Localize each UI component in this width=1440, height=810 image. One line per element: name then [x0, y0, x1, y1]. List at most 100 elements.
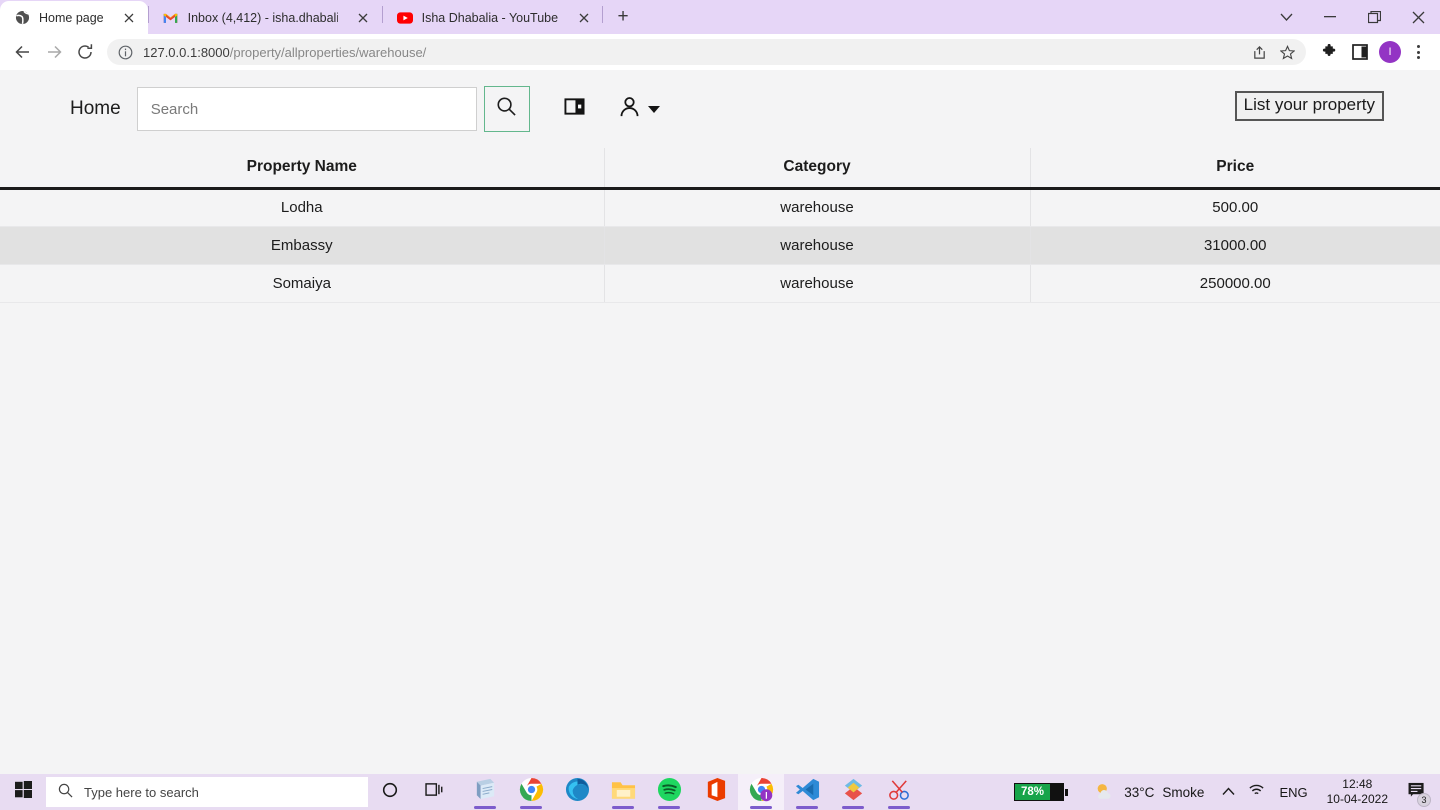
column-header-price: Price: [1029, 148, 1440, 190]
file-explorer-icon: [611, 779, 636, 806]
url-path: /property/allproperties/warehouse/: [229, 44, 427, 60]
cell-category: warehouse: [603, 226, 1031, 265]
weather-temperature: 33°C: [1124, 784, 1155, 800]
taskbar-app-file-explorer[interactable]: [600, 774, 646, 810]
tab-list: Home page Inbox (4,412) - isha.dhabalia@…: [0, 0, 638, 34]
taskbar-app-snipping-tool[interactable]: [876, 774, 922, 810]
weather-condition: Smoke: [1162, 784, 1205, 800]
tab-close-icon[interactable]: [575, 9, 592, 26]
windows-taskbar: Type here to search 78% 33°C Smoke ENG 1…: [0, 774, 1440, 810]
notification-count-badge: 3: [1417, 793, 1431, 807]
taskbar-app-chrome[interactable]: [508, 774, 554, 810]
properties-table-container: Property Name Category Price Lodha wareh…: [0, 148, 1440, 303]
cell-price: 31000.00: [1029, 226, 1440, 265]
office-icon: [704, 777, 727, 807]
taskbar-search-box[interactable]: Type here to search: [46, 777, 368, 807]
language-indicator[interactable]: ENG: [1270, 785, 1316, 800]
omnibox-actions: [1246, 39, 1300, 65]
cell-price: 250000.00: [1029, 264, 1440, 303]
profile-avatar[interactable]: I: [1379, 41, 1401, 63]
battery-percent: 78%: [1015, 784, 1050, 800]
properties-table: Property Name Category Price Lodha wareh…: [0, 148, 1440, 303]
taskbar-app-paint3d[interactable]: [830, 774, 876, 810]
search-input[interactable]: [136, 87, 477, 131]
taskbar-app-office[interactable]: [692, 774, 738, 810]
bookmark-star-icon[interactable]: [1274, 39, 1300, 65]
cell-category: warehouse: [603, 188, 1031, 227]
paint3d-icon: [841, 777, 866, 807]
taskbar-app-chrome-active[interactable]: [738, 774, 784, 810]
tab-search-chevron-icon[interactable]: [1264, 0, 1308, 34]
taskbar-app-vscode[interactable]: [784, 774, 830, 810]
cell-property-name: Embassy: [0, 226, 605, 265]
tab-close-icon[interactable]: [355, 9, 372, 26]
person-icon: [619, 96, 640, 123]
tab-close-icon[interactable]: [121, 9, 138, 26]
tab-divider: [602, 5, 604, 23]
page-viewport: Home Search List your property Property …: [0, 70, 1440, 810]
wallet-icon: [564, 96, 585, 122]
battery-body: 78%: [1014, 783, 1065, 801]
battery-cap-icon: [1065, 788, 1069, 796]
gmail-icon: [163, 10, 179, 26]
chrome-active-icon: [749, 777, 774, 807]
tab-title: Home page: [39, 10, 104, 25]
browser-toolbar: 127.0.0.1:8000/property/allproperties/wa…: [0, 34, 1440, 70]
search-button[interactable]: [483, 86, 530, 132]
column-header-property-name: Property Name: [0, 148, 605, 190]
edge-icon: [565, 777, 590, 807]
globe-icon: [14, 10, 30, 26]
wifi-icon: [1248, 783, 1265, 802]
reload-button-icon[interactable]: [70, 37, 100, 67]
table-row[interactable]: Lodha warehouse 500.00: [0, 188, 1440, 227]
new-tab-button[interactable]: +: [608, 3, 638, 31]
account-menu-button[interactable]: [619, 96, 660, 123]
network-button[interactable]: [1242, 774, 1270, 810]
close-icon[interactable]: [1396, 0, 1440, 34]
taskbar-app-spotify[interactable]: [646, 774, 692, 810]
browser-tab-strip: Home page Inbox (4,412) - isha.dhabalia@…: [0, 0, 1440, 34]
forward-button-icon[interactable]: [39, 37, 69, 67]
nav-home-link[interactable]: Home: [70, 98, 121, 120]
maximize-icon[interactable]: [1352, 0, 1396, 34]
show-hidden-icons-button[interactable]: [1214, 774, 1242, 810]
cell-property-name: Lodha: [0, 188, 605, 227]
clock[interactable]: 12:48 10-04-2022: [1317, 777, 1398, 807]
tab-title: Isha Dhabalia - YouTube: [421, 10, 559, 25]
site-info-icon[interactable]: [117, 44, 134, 61]
taskbar-app-notepad[interactable]: [462, 774, 508, 810]
start-button[interactable]: [0, 774, 46, 810]
address-bar[interactable]: 127.0.0.1:8000/property/allproperties/wa…: [107, 39, 1306, 65]
browser-tab-gmail[interactable]: Inbox (4,412) - isha.dhabalia@so: [149, 1, 382, 34]
tab-title: Inbox (4,412) - isha.dhabalia@so: [187, 10, 338, 25]
browser-tab-home-page[interactable]: Home page: [0, 1, 148, 34]
cortana-button[interactable]: [368, 774, 412, 810]
back-button-icon[interactable]: [8, 37, 38, 67]
windows-logo-icon: [14, 781, 32, 803]
task-view-button[interactable]: [412, 774, 456, 810]
taskbar-search-placeholder: Type here to search: [84, 784, 199, 800]
chevron-up-icon: [1222, 783, 1235, 801]
weather-widget[interactable]: 33°C Smoke: [1094, 781, 1204, 803]
side-panel-icon[interactable]: [1345, 38, 1374, 67]
notifications-button[interactable]: 3: [1398, 774, 1436, 810]
table-body: Lodha warehouse 500.00 Embassy warehouse…: [0, 188, 1440, 303]
chrome-menu-icon[interactable]: [1406, 38, 1430, 67]
table-row[interactable]: Somaiya warehouse 250000.00: [0, 264, 1440, 303]
taskbar-app-list: [462, 774, 922, 810]
window-controls: [1264, 0, 1440, 34]
share-icon[interactable]: [1246, 39, 1272, 65]
search-icon: [496, 96, 517, 122]
browser-tab-youtube[interactable]: Isha Dhabalia - YouTube: [383, 1, 602, 34]
list-your-property-button[interactable]: List your property: [1234, 90, 1384, 122]
table-header-row: Property Name Category Price: [0, 148, 1440, 190]
taskbar-app-edge[interactable]: [554, 774, 600, 810]
table-row[interactable]: Embassy warehouse 31000.00: [0, 226, 1440, 265]
battery-indicator[interactable]: 78%: [1014, 783, 1069, 801]
column-header-category: Category: [603, 148, 1031, 190]
extensions-puzzle-icon[interactable]: [1315, 38, 1344, 67]
vscode-icon: [795, 777, 820, 807]
minimize-icon[interactable]: [1308, 0, 1352, 34]
wallet-button[interactable]: [564, 96, 585, 122]
address-bar-url: 127.0.0.1:8000/property/allproperties/wa…: [143, 45, 1246, 60]
